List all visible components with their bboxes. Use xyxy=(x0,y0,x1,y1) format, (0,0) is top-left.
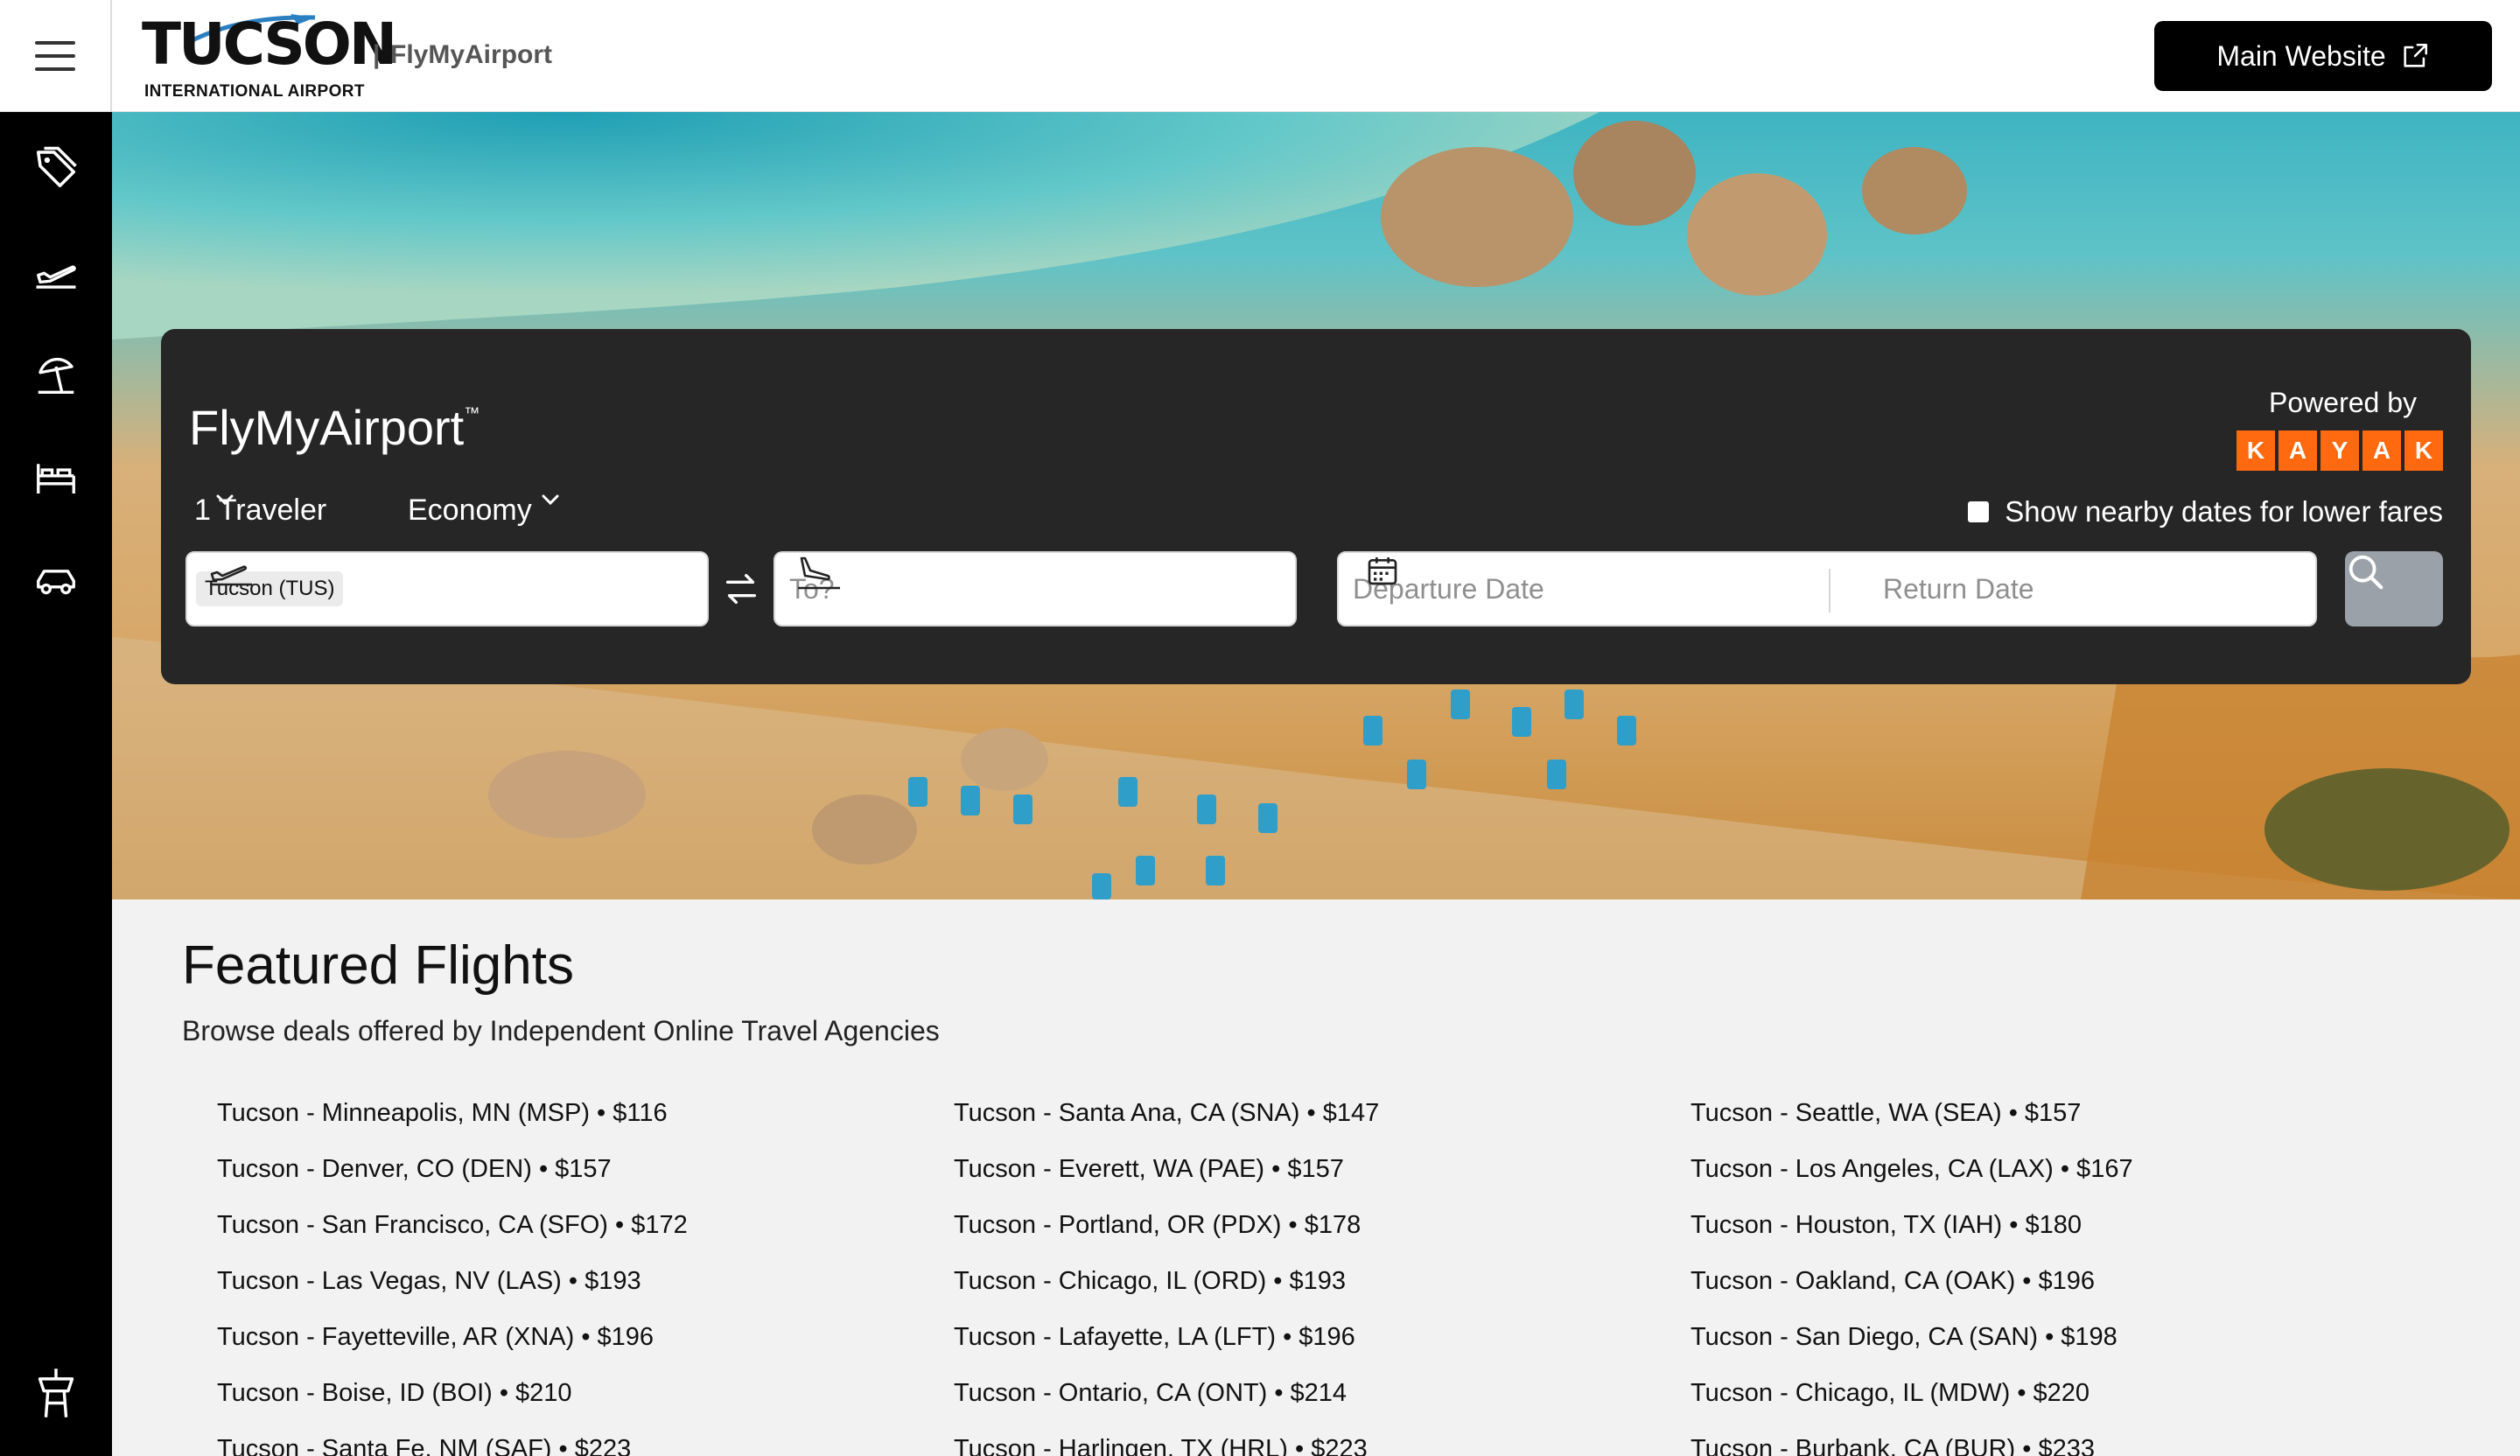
search-button[interactable] xyxy=(2345,551,2443,626)
sidebar-item-vacations[interactable] xyxy=(0,331,112,418)
plane-takeoff-icon xyxy=(210,565,252,586)
kayak-letter: K xyxy=(2236,430,2275,471)
flight-deal-link[interactable]: Tucson - San Francisco, CA (SFO) • $172 xyxy=(217,1197,934,1253)
flight-deal-link[interactable]: Tucson - San Diego, CA (SAN) • $198 xyxy=(1690,1309,2408,1365)
sidebar-item-hotels[interactable] xyxy=(0,434,112,522)
kayak-logo[interactable]: K A Y A K xyxy=(2236,430,2443,471)
flight-deal-link[interactable]: Tucson - Burbank, CA (BUR) • $233 xyxy=(1690,1421,2408,1456)
sidebar-item-airport[interactable] xyxy=(0,1349,112,1437)
date-divider xyxy=(1829,569,1830,612)
cabin-class-select[interactable]: Economy xyxy=(408,494,559,528)
tag-icon xyxy=(36,146,77,188)
travelers-select[interactable]: 1 Traveler xyxy=(194,494,326,528)
logo-subtitle: INTERNATIONAL AIRPORT xyxy=(144,82,365,101)
sidebar-item-cars[interactable] xyxy=(0,537,112,625)
nearby-dates-checkbox[interactable] xyxy=(1968,501,1990,522)
calendar-icon xyxy=(1368,557,1397,585)
sidebar-item-deals[interactable] xyxy=(0,124,112,212)
flight-search-card: FlyMyAirport™ Powered by K A Y A K 1 Tra… xyxy=(161,329,2471,684)
deals-column-2: Tucson - Santa Ana, CA (SNA) • $147 Tucs… xyxy=(954,1085,1671,1456)
flight-deal-link[interactable]: Tucson - Lafayette, LA (LFT) • $196 xyxy=(954,1309,1671,1365)
date-range-field[interactable]: Departure Date Return Date xyxy=(1337,551,2317,626)
flight-deal-link[interactable]: Tucson - Portland, OR (PDX) • $178 xyxy=(954,1197,1671,1253)
flight-deal-link[interactable]: Tucson - Seattle, WA (SEA) • $157 xyxy=(1690,1085,2408,1141)
flight-deal-link[interactable]: Tucson - Los Angeles, CA (LAX) • $167 xyxy=(1690,1141,2408,1197)
flight-deal-link[interactable]: Tucson - Fayetteville, AR (XNA) • $196 xyxy=(217,1309,934,1365)
cabin-class-value: Economy xyxy=(408,494,532,527)
top-bar: TUCSON ™ INTERNATIONAL AIRPORT | FlyMyAi… xyxy=(0,0,2520,112)
sidebar xyxy=(0,112,112,1456)
search-icon xyxy=(2348,555,2384,590)
return-date-placeholder[interactable]: Return Date xyxy=(1883,573,2034,606)
bed-icon xyxy=(37,464,75,494)
plane-takeoff-icon xyxy=(36,265,76,289)
flight-deal-link[interactable]: Tucson - Las Vegas, NV (LAS) • $193 xyxy=(217,1253,934,1309)
flight-deal-link[interactable]: Tucson - Santa Ana, CA (SNA) • $147 xyxy=(954,1085,1671,1141)
swap-airports-button[interactable] xyxy=(721,569,761,609)
search-card-title-tm: ™ xyxy=(464,404,480,422)
flight-deal-link[interactable]: Tucson - Denver, CO (DEN) • $157 xyxy=(217,1141,934,1197)
sidebar-item-flights[interactable] xyxy=(0,228,112,315)
kayak-letter: A xyxy=(2278,430,2317,471)
search-card-title: FlyMyAirport™ xyxy=(189,399,480,456)
kayak-letter: Y xyxy=(2320,430,2359,471)
brand-name: FlyMyAirport xyxy=(390,40,553,69)
hamburger-menu-icon[interactable] xyxy=(0,0,112,112)
swap-icon xyxy=(725,573,757,605)
plane-landing-icon xyxy=(798,556,840,590)
deals-column-3: Tucson - Seattle, WA (SEA) • $157 Tucson… xyxy=(1690,1085,2408,1456)
hero-beach-image: FlyMyAirport™ Powered by K A Y A K 1 Tra… xyxy=(112,112,2520,900)
logo-trademark: ™ xyxy=(357,19,368,32)
airport-logo[interactable]: TUCSON ™ INTERNATIONAL AIRPORT xyxy=(142,14,397,102)
external-link-icon xyxy=(2404,43,2427,67)
flight-deal-link[interactable]: Tucson - Ontario, CA (ONT) • $214 xyxy=(954,1365,1671,1421)
featured-flights-subtitle: Browse deals offered by Independent Onli… xyxy=(182,1015,940,1046)
flight-deal-link[interactable]: Tucson - Harlingen, TX (HRL) • $223 xyxy=(954,1421,1671,1456)
flight-deal-link[interactable]: Tucson - Oakland, CA (OAK) • $196 xyxy=(1690,1253,2408,1309)
control-tower-icon xyxy=(38,1368,74,1418)
flight-deal-link[interactable]: Tucson - Houston, TX (IAH) • $180 xyxy=(1690,1197,2408,1253)
chevron-down-icon xyxy=(542,494,559,506)
deals-column-1: Tucson - Minneapolis, MN (MSP) • $116 Tu… xyxy=(217,1085,934,1456)
beach-umbrella-icon xyxy=(38,357,74,394)
nearby-dates-option: Show nearby dates for lower fares xyxy=(1968,495,2443,528)
car-icon xyxy=(37,570,75,595)
featured-flights-title: Featured Flights xyxy=(182,935,574,996)
flight-deal-link[interactable]: Tucson - Santa Fe, NM (SAF) • $223 xyxy=(217,1421,934,1456)
origin-field[interactable]: Tucson (TUS) xyxy=(186,551,709,626)
flight-deal-link[interactable]: Tucson - Chicago, IL (ORD) • $193 xyxy=(954,1253,1671,1309)
flight-deal-link[interactable]: Tucson - Minneapolis, MN (MSP) • $116 xyxy=(217,1085,934,1141)
destination-field[interactable]: To? xyxy=(774,551,1297,626)
flight-deal-link[interactable]: Tucson - Everett, WA (PAE) • $157 xyxy=(954,1141,1671,1197)
flight-deal-link[interactable]: Tucson - Boise, ID (BOI) • $210 xyxy=(217,1365,934,1421)
kayak-letter: K xyxy=(2404,430,2443,471)
main-website-button[interactable]: Main Website xyxy=(2154,21,2492,91)
powered-by-label: Powered by xyxy=(2269,387,2417,418)
search-card-title-text: FlyMyAirport xyxy=(189,400,465,455)
brand-separator: | xyxy=(373,40,381,69)
nearby-dates-label: Show nearby dates for lower fares xyxy=(2005,495,2443,528)
main-website-label: Main Website xyxy=(2216,39,2386,72)
chevron-down-icon xyxy=(216,494,234,506)
travelers-value: 1 Traveler xyxy=(194,494,327,527)
flight-deal-link[interactable]: Tucson - Chicago, IL (MDW) • $220 xyxy=(1690,1365,2408,1421)
kayak-letter: A xyxy=(2362,430,2401,471)
